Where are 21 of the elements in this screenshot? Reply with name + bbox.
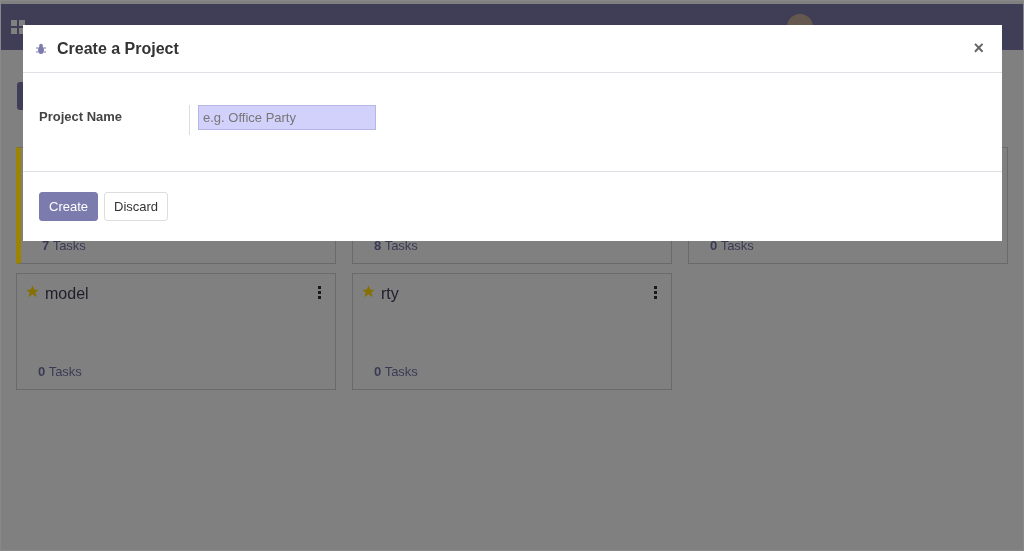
project-name: model — [45, 284, 89, 303]
star-icon[interactable] — [25, 284, 40, 299]
bug-icon — [35, 42, 47, 55]
discard-button[interactable]: Discard — [104, 192, 169, 221]
task-count[interactable]: 0 Tasks — [361, 364, 663, 379]
more-icon[interactable] — [654, 286, 657, 299]
close-button[interactable]: × — [967, 38, 990, 59]
more-icon[interactable] — [318, 286, 321, 299]
star-icon[interactable] — [361, 284, 376, 299]
task-count[interactable]: 8 Tasks — [361, 238, 663, 253]
task-count[interactable]: 7 Tasks — [29, 238, 327, 253]
project-card[interactable]: model 0 Tasks — [16, 273, 336, 390]
dialog-title: Create a Project — [57, 39, 180, 58]
project-name: rty — [381, 284, 399, 303]
task-count[interactable]: 0 Tasks — [25, 364, 327, 379]
project-name-field[interactable]: e.g. Office Party — [198, 105, 376, 130]
field-label: Project Name — [39, 109, 124, 124]
apps-icon[interactable] — [11, 20, 25, 34]
task-count[interactable]: 0 Tasks — [697, 238, 999, 253]
create-button[interactable]: Create — [39, 192, 99, 221]
project-card[interactable]: rty 0 Tasks — [352, 273, 672, 390]
